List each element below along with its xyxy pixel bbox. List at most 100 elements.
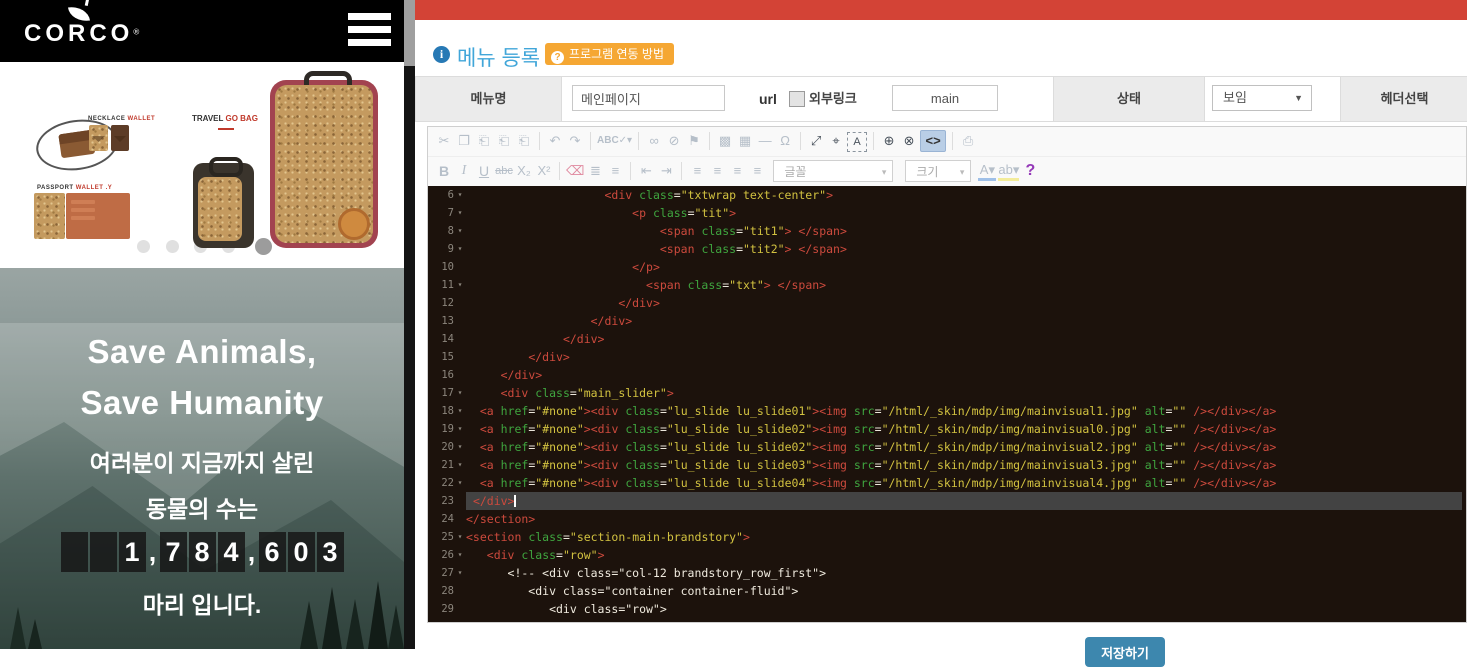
save-button[interactable]: 저장하기	[1085, 637, 1165, 667]
slider-dot-active[interactable]	[255, 238, 272, 255]
align-justify-icon[interactable]: ≡	[748, 160, 766, 182]
horizontal-rule-icon[interactable]: ―	[756, 130, 774, 152]
fold-arrow-icon[interactable]: ▾	[454, 546, 466, 564]
align-center-icon[interactable]: ≡	[708, 160, 726, 182]
unlink-icon[interactable]: ⊘	[665, 130, 683, 152]
program-link-help-button[interactable]: ?프로그램 연동 방법	[545, 43, 674, 65]
code-line-20[interactable]: 20▾ <a href="#none"><div class="lu_slide…	[428, 438, 1466, 456]
fold-arrow-icon[interactable]: ▾	[454, 528, 466, 546]
unordered-list-icon[interactable]: ≡	[606, 160, 624, 182]
help-icon[interactable]: ?	[1021, 160, 1039, 182]
image-icon[interactable]: ▩	[716, 130, 734, 152]
code-line-6[interactable]: 6▾ <div class="txtwrap text-center">	[428, 186, 1466, 204]
slider-dot[interactable]	[137, 240, 150, 253]
superscript-icon[interactable]: X²	[535, 160, 553, 182]
code-line-26[interactable]: 26▾ <div class="row">	[428, 546, 1466, 564]
find-icon[interactable]: ⌖	[827, 130, 845, 152]
preview-scrollbar-track[interactable]	[404, 0, 415, 649]
spellcheck-icon[interactable]: ABC✓▾	[597, 130, 632, 152]
align-right-icon[interactable]: ≡	[728, 160, 746, 182]
travel-label-accent	[218, 128, 234, 130]
line-number: 16	[428, 366, 454, 384]
fold-arrow-icon[interactable]: ▾	[454, 276, 466, 294]
maximize-icon[interactable]: ⤢	[807, 130, 825, 152]
cut-icon[interactable]: ✂	[435, 130, 453, 152]
code-line-11[interactable]: 11▾ <span class="txt"> </span>	[428, 276, 1466, 294]
paste-icon[interactable]: ⎗	[475, 130, 493, 152]
preview-scrollbar-thumb[interactable]	[404, 0, 415, 66]
code-line-22[interactable]: 22▾ <a href="#none"><div class="lu_slide…	[428, 474, 1466, 492]
code-line-27[interactable]: 27▾ <!-- <div class="col-12 brandstory_r…	[428, 564, 1466, 582]
code-line-12[interactable]: 12 </div>	[428, 294, 1466, 312]
fold-arrow-icon[interactable]: ▾	[454, 438, 466, 456]
subscript-icon[interactable]: X₂	[515, 160, 533, 182]
fold-arrow-icon[interactable]: ▾	[454, 420, 466, 438]
special-char-icon[interactable]: Ω	[776, 130, 794, 152]
source-icon[interactable]: <>	[920, 130, 946, 152]
strikethrough-icon[interactable]: abc	[495, 160, 513, 182]
code-line-23[interactable]: 23 </div>	[428, 492, 1466, 510]
code-text: <div class="container container-fluid">	[466, 582, 1462, 600]
code-line-9[interactable]: 9▾ <span class="tit2"> </span>	[428, 240, 1466, 258]
code-line-21[interactable]: 21▾ <a href="#none"><div class="lu_slide…	[428, 456, 1466, 474]
menu-name-input[interactable]	[572, 85, 725, 111]
italic-icon[interactable]: I	[455, 160, 473, 182]
code-line-18[interactable]: 18▾ <a href="#none"><div class="lu_slide…	[428, 402, 1466, 420]
table-icon[interactable]: ▦	[736, 130, 754, 152]
fold-arrow-icon[interactable]: ▾	[454, 222, 466, 240]
fold-arrow-icon[interactable]: ▾	[454, 204, 466, 222]
fold-arrow-icon[interactable]: ▾	[454, 456, 466, 474]
code-line-13[interactable]: 13 </div>	[428, 312, 1466, 330]
url-input[interactable]	[892, 85, 998, 111]
code-line-16[interactable]: 16 </div>	[428, 366, 1466, 384]
fold-arrow-icon[interactable]: ▾	[454, 240, 466, 258]
link-icon[interactable]: ∞	[645, 130, 663, 152]
status-select[interactable]: 보임 ▼	[1212, 85, 1312, 111]
code-line-15[interactable]: 15 </div>	[428, 348, 1466, 366]
bold-icon[interactable]: B	[435, 160, 453, 182]
text-color-icon[interactable]: A▾	[978, 161, 996, 181]
align-left-icon[interactable]: ≡	[688, 160, 706, 182]
fold-arrow-icon[interactable]: ▾	[454, 474, 466, 492]
code-line-19[interactable]: 19▾ <a href="#none"><div class="lu_slide…	[428, 420, 1466, 438]
fold-arrow-icon[interactable]: ▾	[454, 384, 466, 402]
cork-wallet-image	[89, 125, 108, 151]
code-line-7[interactable]: 7▾ <p class="tit">	[428, 204, 1466, 222]
bg-color-icon[interactable]: ab▾	[998, 161, 1019, 181]
ordered-list-icon[interactable]: ≣	[586, 160, 604, 182]
undo-icon[interactable]: ↶	[546, 130, 564, 152]
paste-text-icon[interactable]: ⎗	[495, 130, 513, 152]
remove-tag-icon[interactable]: ⊗	[900, 130, 918, 152]
print-icon[interactable]: ⎙	[959, 130, 977, 152]
code-line-24[interactable]: 24</section>	[428, 510, 1466, 528]
code-line-8[interactable]: 8▾ <span class="tit1"> </span>	[428, 222, 1466, 240]
code-line-25[interactable]: 25▾<section class="section-main-brandsto…	[428, 528, 1466, 546]
fold-arrow-icon[interactable]: ▾	[454, 564, 466, 582]
size-dropdown[interactable]: 크기▾	[905, 160, 971, 182]
underline-icon[interactable]: U	[475, 160, 493, 182]
code-line-14[interactable]: 14 </div>	[428, 330, 1466, 348]
code-line-10[interactable]: 10 </p>	[428, 258, 1466, 276]
code-line-29[interactable]: 29 <div class="row">	[428, 600, 1466, 618]
anchor-icon[interactable]: ⚑	[685, 130, 703, 152]
select-all-icon[interactable]: A	[847, 132, 867, 152]
product-slide[interactable]: NECKLACE WALLET PASSPORT WALLET .Y TRAVE…	[0, 62, 404, 268]
slider-dot[interactable]	[166, 240, 179, 253]
external-link-checkbox[interactable]	[789, 91, 805, 107]
remove-format-icon[interactable]: ⌫	[566, 160, 584, 182]
font-dropdown[interactable]: 글꼴▾	[773, 160, 893, 182]
code-line-28[interactable]: 28 <div class="container container-fluid…	[428, 582, 1466, 600]
code-line-30[interactable]: 30 <div class="col-12 col-xl-7 brandstor…	[428, 618, 1466, 622]
site-logo[interactable]: CORCO®	[24, 4, 134, 46]
fold-arrow-icon[interactable]: ▾	[454, 402, 466, 420]
paste-word-icon[interactable]: ⎗	[515, 130, 533, 152]
code-line-17[interactable]: 17▾ <div class="main_slider">	[428, 384, 1466, 402]
indent-icon[interactable]: ⇥	[657, 160, 675, 182]
source-code-area[interactable]: 6▾ <div class="txtwrap text-center">7▾ <…	[428, 186, 1466, 622]
add-tag-icon[interactable]: ⊕	[880, 130, 898, 152]
hamburger-menu-icon[interactable]	[348, 13, 391, 49]
fold-arrow-icon[interactable]: ▾	[454, 186, 466, 204]
redo-icon[interactable]: ↷	[566, 130, 584, 152]
copy-icon[interactable]: ❐	[455, 130, 473, 152]
outdent-icon[interactable]: ⇤	[637, 160, 655, 182]
